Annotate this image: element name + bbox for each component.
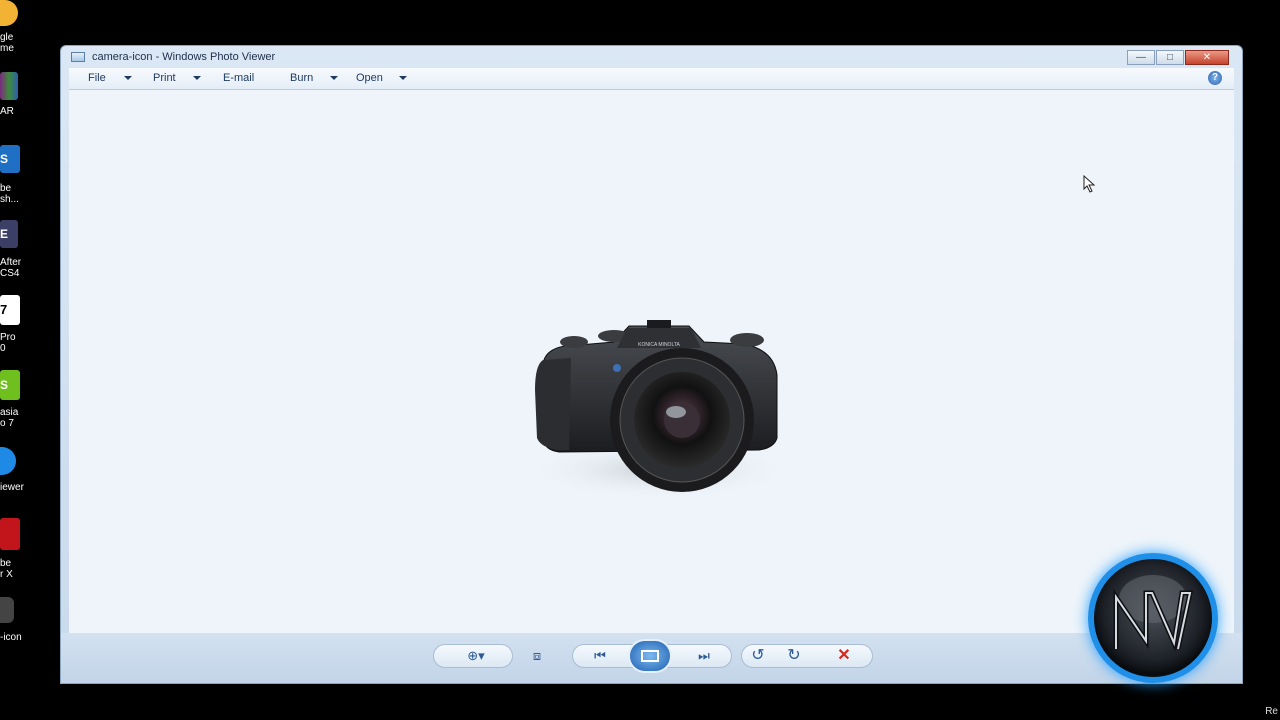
- desktop-label-line2: me: [0, 43, 14, 54]
- maximize-button[interactable]: □: [1156, 50, 1184, 65]
- desktop-label-line1: After: [0, 257, 22, 268]
- chevron-down-icon[interactable]: [330, 76, 338, 80]
- title-bar[interactable]: camera-icon - Windows Photo Viewer — □ ✕: [61, 46, 1242, 68]
- desktop-icon-2[interactable]: AR: [0, 70, 60, 120]
- close-button[interactable]: ✕: [1185, 50, 1229, 65]
- photo-viewer-app-icon: [71, 52, 85, 62]
- photoshop-icon: S: [0, 145, 20, 173]
- chrome-icon: [0, 0, 18, 26]
- flash-player-icon: [0, 518, 20, 550]
- desktop-label-line1: be: [0, 183, 12, 194]
- desktop-label-line1: -icon: [0, 632, 22, 643]
- chevron-down-icon[interactable]: [193, 76, 201, 80]
- help-icon[interactable]: ?: [1208, 71, 1222, 85]
- chevron-down-icon[interactable]: [399, 76, 407, 80]
- archive-icon: [0, 72, 18, 100]
- desktop-label-line2: CS4: [0, 268, 20, 279]
- desktop-label-line2: r X: [0, 569, 13, 580]
- menu-open[interactable]: Open: [356, 72, 383, 84]
- corner-text: Re: [1265, 706, 1278, 717]
- menu-email[interactable]: E-mail: [223, 72, 254, 84]
- menu-bar: File Print E-mail Burn Open ?: [69, 68, 1234, 90]
- previous-icon[interactable]: ⏮: [587, 648, 613, 664]
- fit-window-icon[interactable]: ⧈: [526, 648, 548, 664]
- chevron-down-icon[interactable]: [124, 76, 132, 80]
- magnifier-icon[interactable]: ⊕▾: [465, 648, 487, 664]
- desktop-label-line1: be: [0, 558, 12, 569]
- bottom-toolbar: ⊕▾ ⧈ ⏮ ⏭ ↺ ↻ ✕: [61, 633, 1242, 683]
- after-effects-icon: E: [0, 220, 18, 248]
- desktop-icon-6[interactable]: S asia o 7: [0, 370, 60, 432]
- minimize-button[interactable]: —: [1127, 50, 1155, 65]
- desktop-label-line2: 0: [0, 343, 6, 354]
- desktop-label-line2: sh...: [0, 194, 19, 205]
- desktop-label-line1: Pro: [0, 332, 16, 343]
- mouse-cursor-icon: [1083, 175, 1096, 193]
- pro-app-icon: 7: [0, 295, 20, 325]
- desktop-label-line1: AR: [0, 106, 14, 117]
- camera-brand-label: KONICA MINOLTA: [638, 342, 680, 348]
- delete-icon[interactable]: ✕: [833, 648, 855, 664]
- menu-burn[interactable]: Burn: [290, 72, 313, 84]
- desktop-icon-3[interactable]: S be sh...: [0, 145, 60, 207]
- slideshow-icon: [641, 650, 659, 662]
- photo-viewer-window: camera-icon - Windows Photo Viewer — □ ✕…: [60, 45, 1243, 684]
- desktop-icon-5[interactable]: 7 Pro 0: [0, 295, 60, 357]
- desktop-icon-9[interactable]: -icon: [0, 595, 60, 645]
- desktop-label-line1: iewer: [0, 482, 24, 493]
- watermark-logo: [1088, 553, 1218, 683]
- desktop-label-line1: gle: [0, 32, 14, 43]
- menu-print[interactable]: Print: [153, 72, 176, 84]
- window-title: camera-icon - Windows Photo Viewer: [92, 51, 276, 63]
- rotate-right-icon[interactable]: ↻: [783, 648, 805, 664]
- teamviewer-icon: [0, 447, 16, 475]
- desktop-icon-8[interactable]: be r X: [0, 518, 60, 580]
- desktop-label-line1: asia: [0, 407, 19, 418]
- desktop-icon-4[interactable]: E After CS4: [0, 220, 60, 282]
- desktop-icon-7[interactable]: iewer: [0, 445, 60, 495]
- desktop-label-line2: o 7: [0, 418, 14, 429]
- next-icon[interactable]: ⏭: [691, 648, 717, 664]
- camera-image: KONICA MINOLTA: [524, 320, 789, 500]
- camera-file-icon: [0, 597, 14, 623]
- rotate-left-icon[interactable]: ↺: [747, 648, 769, 664]
- image-canvas: KONICA MINOLTA: [69, 90, 1234, 635]
- desktop-icon-1[interactable]: gle me: [0, 0, 60, 56]
- slideshow-button[interactable]: [628, 639, 672, 673]
- menu-file[interactable]: File: [88, 72, 106, 84]
- camtasia-icon: S: [0, 370, 20, 400]
